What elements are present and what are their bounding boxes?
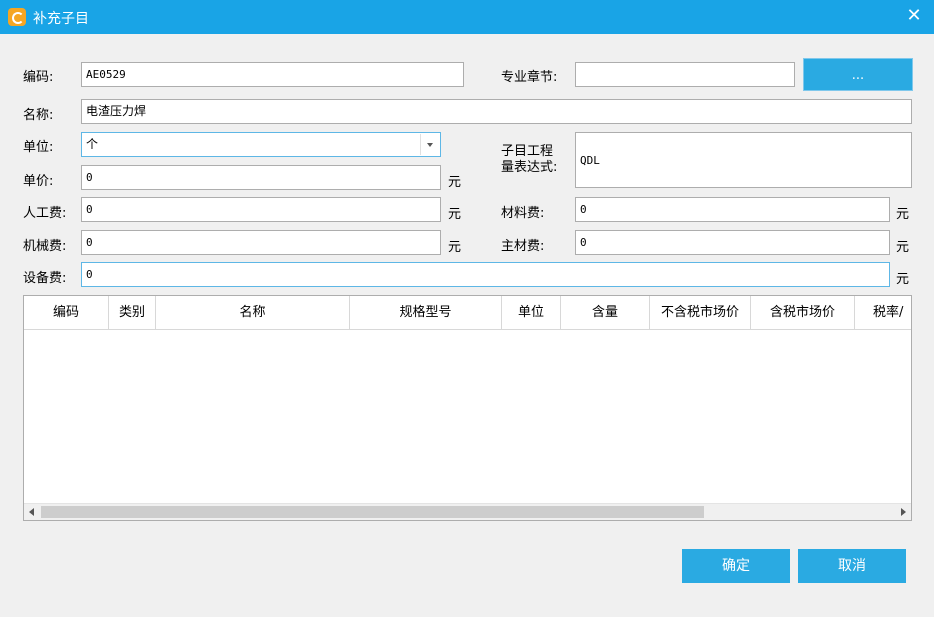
equipment-label: 设备费:	[23, 271, 67, 286]
chapter-browse-button[interactable]: ...	[803, 58, 913, 91]
machine-label: 机械费:	[23, 239, 67, 254]
equipment-unit: 元	[896, 272, 910, 287]
chapter-label: 专业章节:	[501, 70, 558, 85]
expr-label-line2: 量表达式:	[501, 160, 558, 175]
chevron-down-icon[interactable]	[420, 134, 439, 155]
sub-items-table[interactable]: 编码 类别 名称 规格型号 单位 含量 不含税市场价 含税市场价 税率/	[23, 295, 912, 521]
column-header-price-incl-tax[interactable]: 含税市场价	[751, 296, 855, 329]
labor-label: 人工费:	[23, 206, 67, 221]
equipment-input[interactable]: 0	[81, 262, 890, 287]
unit-select[interactable]: 个	[81, 132, 441, 157]
machine-input[interactable]: 0	[81, 230, 441, 255]
unit-label: 单位:	[23, 140, 54, 155]
price-unit: 元	[448, 175, 462, 190]
expr-input[interactable]: QDL	[575, 132, 912, 188]
chapter-input[interactable]	[575, 62, 795, 87]
main-material-unit: 元	[896, 240, 910, 255]
name-input[interactable]: 电渣压力焊	[81, 99, 912, 124]
column-header-category[interactable]: 类别	[109, 296, 156, 329]
title-bar: 补充子目 ✕	[0, 0, 934, 34]
expr-label-line1: 子目工程	[501, 144, 554, 159]
app-logo-icon	[8, 8, 26, 26]
material-input[interactable]: 0	[575, 197, 890, 222]
column-header-tax-rate[interactable]: 税率/	[855, 296, 911, 329]
labor-unit: 元	[448, 207, 462, 222]
table-header: 编码 类别 名称 规格型号 单位 含量 不含税市场价 含税市场价 税率/	[24, 296, 911, 330]
column-header-unit[interactable]: 单位	[502, 296, 561, 329]
name-label: 名称:	[23, 108, 54, 123]
scrollbar-thumb[interactable]	[41, 506, 704, 518]
column-header-name[interactable]: 名称	[156, 296, 350, 329]
scroll-left-icon[interactable]	[24, 504, 40, 520]
scroll-right-icon[interactable]	[895, 504, 911, 520]
horizontal-scrollbar[interactable]	[24, 503, 911, 520]
close-icon[interactable]: ✕	[902, 4, 926, 28]
cancel-button[interactable]: 取消	[798, 549, 906, 583]
code-input[interactable]: AE0529	[81, 62, 464, 87]
main-material-input[interactable]: 0	[575, 230, 890, 255]
material-unit: 元	[896, 207, 910, 222]
material-label: 材料费:	[501, 206, 545, 221]
unit-select-value: 个	[86, 137, 99, 151]
column-header-spec[interactable]: 规格型号	[350, 296, 502, 329]
column-header-price-excl-tax[interactable]: 不含税市场价	[650, 296, 751, 329]
code-label: 编码:	[23, 70, 54, 85]
column-header-quantity[interactable]: 含量	[561, 296, 650, 329]
expr-label: 子目工程 量表达式:	[501, 144, 557, 176]
ok-button[interactable]: 确定	[682, 549, 790, 583]
price-label: 单价:	[23, 174, 54, 189]
column-header-code[interactable]: 编码	[24, 296, 109, 329]
price-input[interactable]: 0	[81, 165, 441, 190]
machine-unit: 元	[448, 240, 462, 255]
labor-input[interactable]: 0	[81, 197, 441, 222]
window-title: 补充子目	[33, 11, 89, 27]
main-material-label: 主材费:	[501, 239, 545, 254]
